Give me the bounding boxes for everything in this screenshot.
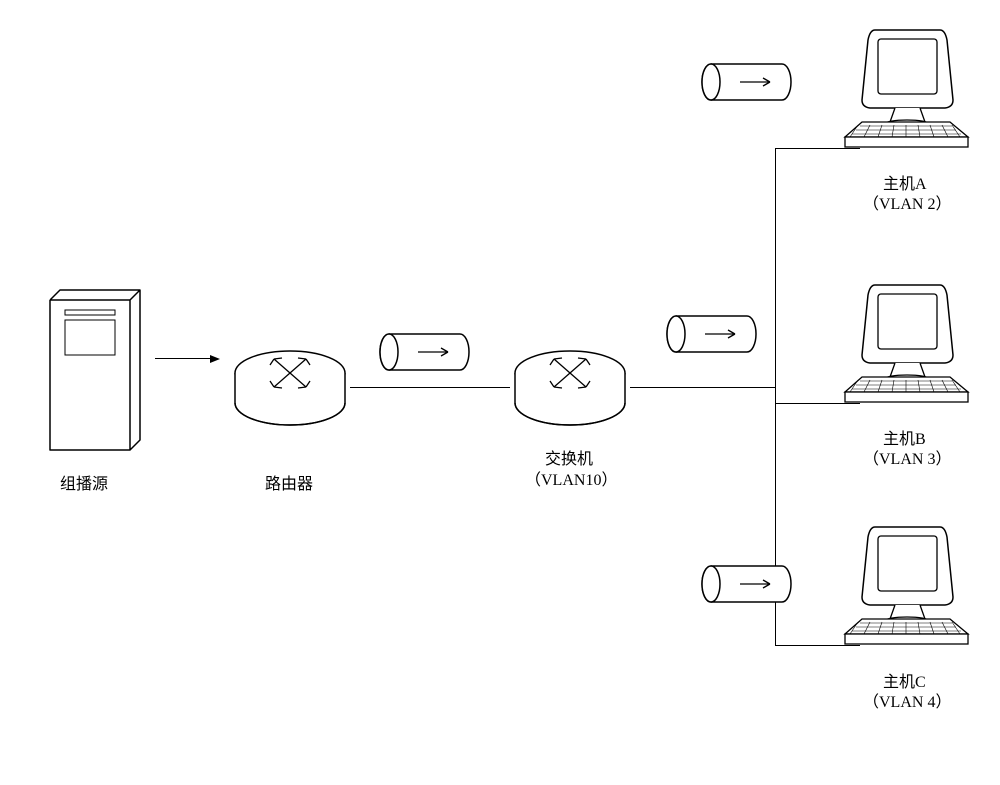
packet-icon	[700, 562, 795, 607]
router-icon	[230, 348, 350, 428]
computer-icon	[840, 522, 980, 657]
packet-icon	[378, 330, 473, 375]
server-icon	[40, 280, 150, 455]
arrow-source-to-router	[155, 358, 210, 359]
computer-icon	[840, 280, 980, 415]
host-a-vlan: （VLAN 2）	[863, 190, 951, 214]
arrow-head-icon	[210, 355, 220, 363]
router-label: 路由器	[265, 470, 313, 494]
host-b-vlan: （VLAN 3）	[863, 445, 951, 469]
switch-icon	[510, 348, 630, 428]
host-c-vlan: （VLAN 4）	[863, 688, 951, 712]
network-diagram: 组播源 路由器	[0, 0, 1000, 785]
computer-icon	[840, 25, 980, 160]
switch-label-2: （VLAN10）	[525, 466, 617, 490]
link-router-switch	[350, 387, 510, 388]
source-label: 组播源	[60, 470, 108, 494]
packet-icon	[700, 60, 795, 105]
packet-icon	[665, 312, 760, 357]
link-switch-bus	[630, 387, 775, 388]
